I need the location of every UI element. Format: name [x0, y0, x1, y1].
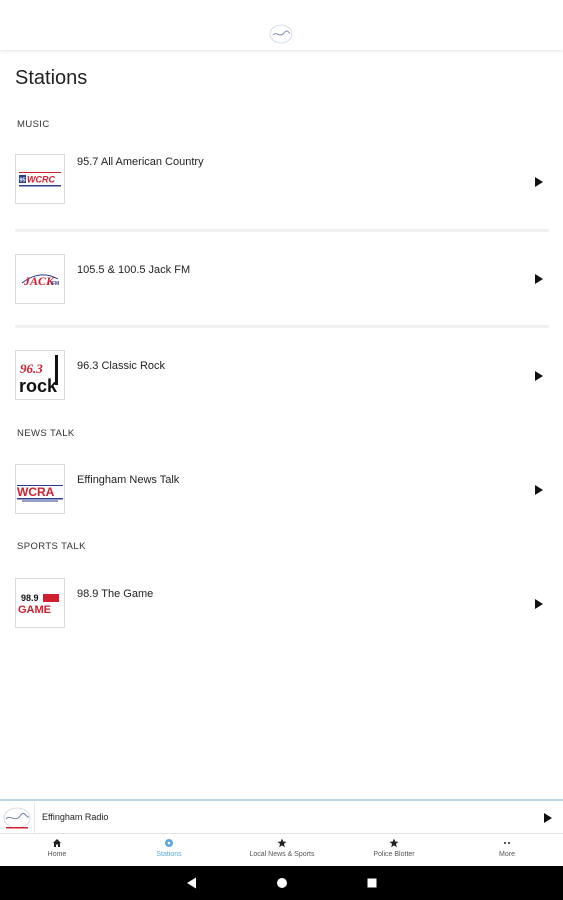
station-row[interactable]: 96.3 rock 96.3 Classic Rock	[0, 338, 563, 408]
tab-local-news-sports[interactable]: Local News & Sports	[226, 834, 338, 866]
play-icon[interactable]	[543, 813, 553, 823]
logo-text: 98.9	[21, 593, 39, 603]
station-logo-jack-fm: JACK FM	[15, 254, 65, 304]
station-row[interactable]: 95. WCRC 95.7 All American Country	[0, 142, 563, 222]
station-title: 95.7 All American Country	[77, 156, 204, 168]
logo-text: WCRC	[27, 175, 55, 185]
tab-label: Stations	[156, 851, 182, 858]
star-icon	[389, 838, 399, 848]
logo-text: WCRA	[17, 485, 55, 499]
tab-label: More	[499, 851, 515, 858]
home-button-icon[interactable]	[275, 876, 289, 890]
station-title: Effingham News Talk	[77, 474, 180, 486]
tab-label: Police Blotter	[373, 851, 415, 858]
divider	[15, 229, 549, 232]
logo-text: FM	[52, 281, 59, 287]
star-icon	[277, 838, 287, 848]
play-arrow-icon[interactable]	[534, 599, 544, 609]
system-navigation-bar	[0, 866, 563, 900]
station-row[interactable]: 98.9 GAME 98.9 The Game	[0, 566, 563, 638]
top-app-bar	[0, 0, 563, 50]
stations-icon	[165, 839, 173, 847]
station-title: 105.5 & 100.5 Jack FM	[77, 264, 191, 276]
tab-more[interactable]: More	[451, 834, 563, 866]
mini-player[interactable]: Effingham Radio	[0, 799, 563, 834]
tab-stations[interactable]: Stations	[113, 834, 225, 866]
logo-text: rock	[19, 376, 58, 396]
tab-police-blotter[interactable]: Police Blotter	[338, 834, 450, 866]
divider	[15, 325, 549, 328]
play-arrow-icon[interactable]	[534, 177, 544, 187]
station-row[interactable]: JACK FM 105.5 & 100.5 Jack FM	[0, 240, 563, 320]
station-row[interactable]: WCRA Effingham News Talk	[0, 452, 563, 524]
station-logo-the-game: 98.9 GAME	[15, 578, 65, 628]
logo-text: 96.3	[20, 361, 43, 376]
play-arrow-icon[interactable]	[534, 274, 544, 284]
page-title: Stations	[15, 67, 88, 89]
recents-icon[interactable]	[365, 876, 379, 890]
logo-text: JACK	[23, 274, 55, 288]
station-logo-wcrc: 95. WCRC	[15, 154, 65, 204]
section-header-news-talk: NEWS TALK	[17, 428, 75, 439]
play-arrow-icon[interactable]	[534, 371, 544, 381]
effingham-radio-logo[interactable]	[268, 23, 294, 45]
app-screen: Stations MUSIC 95. WCRC 95.7 All America…	[0, 0, 563, 900]
play-arrow-icon[interactable]	[534, 485, 544, 495]
back-icon[interactable]	[185, 876, 199, 890]
tab-label: Home	[47, 851, 67, 858]
tab-label: Local News & Sports	[249, 851, 315, 858]
section-header-music: MUSIC	[17, 119, 50, 130]
home-icon	[53, 839, 61, 847]
bottom-tab-bar: Home Stations Local News & Sports Police…	[0, 834, 563, 866]
station-title: 98.9 The Game	[77, 588, 154, 600]
station-logo-classic-rock: 96.3 rock	[15, 350, 65, 400]
station-title: 96.3 Classic Rock	[77, 360, 166, 372]
station-logo-wcra: WCRA	[15, 464, 65, 514]
mini-player-title: Effingham Radio	[42, 812, 109, 822]
mini-player-logo	[3, 803, 35, 833]
section-header-sports-talk: SPORTS TALK	[17, 541, 86, 552]
logo-text: GAME	[18, 604, 51, 616]
tab-home[interactable]: Home	[1, 834, 113, 866]
more-icon	[504, 842, 510, 844]
